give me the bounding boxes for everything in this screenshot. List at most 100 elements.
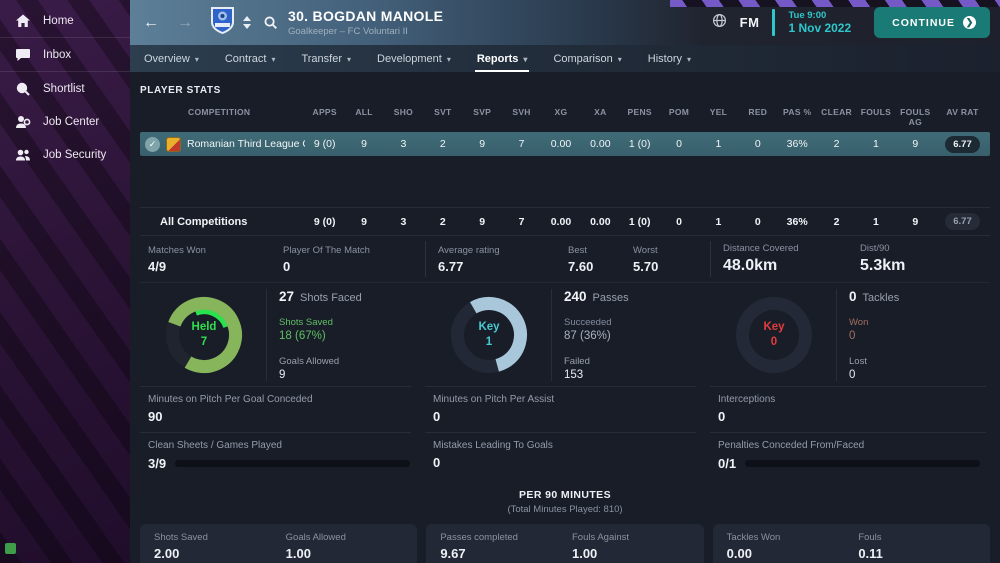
home-icon xyxy=(14,12,31,29)
donut-center-label: Key xyxy=(763,320,784,334)
penalties-conceded: Penalties Conceded From/Faced 0/1 xyxy=(710,432,986,479)
chevron-down-icon: ▾ xyxy=(195,55,199,64)
tackles-stats: 0 Tackles Won 0 Lost 0 xyxy=(836,289,990,381)
shots-donut-panel: Held 7 27 Shots Faced Shots Saved 18 (67… xyxy=(140,283,425,386)
fm-player-stats-screen: Home Inbox Shortlist Job Center Jo xyxy=(0,0,1000,563)
stat-cell: 0 xyxy=(738,138,777,150)
summary-col-2: Average rating 6.77 Best 7.60 Worst 5.70 xyxy=(425,241,710,277)
column-header: FOULS xyxy=(856,102,895,132)
topbar-right: FM Tue 9:00 1 Nov 2022 CONTINUE ❯ xyxy=(712,7,1000,38)
sidebar: Home Inbox Shortlist Job Center Jo xyxy=(0,0,130,563)
sidebar-item-job-center[interactable]: Job Center xyxy=(0,105,130,138)
column-header: FOULS AG xyxy=(896,102,935,132)
stat-cell: 36% xyxy=(778,216,817,228)
competition-crest-icon xyxy=(166,137,181,152)
table-row-competition[interactable]: ✓ Romanian Third League Gro... 9 (0) 9 3… xyxy=(140,132,990,156)
date-accent-bar xyxy=(772,9,775,36)
main-panel: ← → 30. BOGDAN MANOLE Goalkeeper – FC Vo… xyxy=(130,0,1000,563)
continue-button[interactable]: CONTINUE ❯ xyxy=(874,7,990,38)
back-button[interactable]: ← xyxy=(134,14,168,32)
potm-stat: Player Of The Match 0 xyxy=(283,245,370,274)
per90-fouls: Fouls0.11 xyxy=(858,532,990,561)
tab-contract[interactable]: Contract▾ xyxy=(225,45,276,72)
shots-stats: 27 Shots Faced Shots Saved 18 (67%) Goal… xyxy=(266,289,425,381)
player-header: 30. BOGDAN MANOLE Goalkeeper – FC Volunt… xyxy=(288,8,443,37)
metrics-row-1: Minutes on Pitch Per Goal Conceded 90 Mi… xyxy=(140,386,990,432)
stat-cell: 1 xyxy=(699,216,738,228)
player-subtitle: Goalkeeper – FC Voluntari II xyxy=(288,26,443,37)
search-icon[interactable] xyxy=(263,15,278,30)
per90-card-tackles: Tackles Won0.00 Fouls0.11 xyxy=(713,524,990,563)
decor-stripes xyxy=(670,0,1000,7)
matches-won-stat: Matches Won 4/9 xyxy=(148,245,283,274)
check-icon: ✓ xyxy=(145,137,160,152)
forward-button[interactable]: → xyxy=(168,14,202,32)
competition-name: Romanian Third League Gro... xyxy=(187,138,305,150)
chevron-down-icon: ▾ xyxy=(523,55,527,64)
club-crest-icon[interactable] xyxy=(210,6,235,40)
chevron-down-icon: ▾ xyxy=(618,55,622,64)
stat-cell: 0.00 xyxy=(541,138,580,150)
per90-card-passes: Passes completed9.67 Fouls Against1.00 xyxy=(426,524,703,563)
column-header: POM xyxy=(659,102,698,132)
column-header: ALL xyxy=(344,102,383,132)
dist-per-90-stat: Dist/90 5.3km xyxy=(860,243,905,275)
metrics-row-2: Clean Sheets / Games Played 3/9 Mistakes… xyxy=(140,432,990,479)
per90-passes-completed: Passes completed9.67 xyxy=(440,532,572,561)
sidebar-item-shortlist[interactable]: Shortlist xyxy=(0,72,130,105)
sidebar-item-label: Home xyxy=(43,15,74,27)
sidebar-item-job-security[interactable]: Job Security xyxy=(0,138,130,171)
rating-cell: 6.77 xyxy=(935,136,990,153)
tab-comparison[interactable]: Comparison▾ xyxy=(553,45,621,72)
tab-development[interactable]: Development▾ xyxy=(377,45,451,72)
clean-sheets-progress-track xyxy=(175,460,410,467)
game-date: Tue 9:00 1 Nov 2022 xyxy=(788,10,851,36)
rating-badge: 6.77 xyxy=(945,136,980,153)
mistakes-leading-to-goals: Mistakes Leading To Goals 0 xyxy=(425,432,696,479)
tab-history[interactable]: History▾ xyxy=(648,45,691,72)
per90-cards: Shots Saved2.00 Goals Allowed1.00 Passes… xyxy=(140,524,990,563)
shots-faced-label: Shots Faced xyxy=(300,292,362,304)
penalties-progress-track xyxy=(745,460,980,467)
summary-col-1: Matches Won 4/9 Player Of The Match 0 xyxy=(140,241,425,277)
game-time: Tue 9:00 xyxy=(788,10,851,21)
tackles-donut-panel: Key 0 0 Tackles Won 0 xyxy=(710,283,990,386)
table-spacer xyxy=(140,156,990,207)
goals-allowed-stat: Goals Allowed 9 xyxy=(279,356,425,381)
stat-cell: 9 (0) xyxy=(305,216,344,228)
chevron-down-icon: ▾ xyxy=(447,55,451,64)
stat-cell: 3 xyxy=(384,138,423,150)
rating-badge: 6.77 xyxy=(945,213,980,230)
tab-reports[interactable]: Reports▾ xyxy=(477,45,528,72)
player-tabs: Overview▾ Contract▾ Transfer▾ Developmen… xyxy=(130,45,1000,72)
section-title: PLAYER STATS xyxy=(140,85,990,96)
donut-center-label: Held xyxy=(192,320,217,334)
tab-transfer[interactable]: Transfer▾ xyxy=(301,45,351,72)
best-rating-stat: Best 7.60 xyxy=(568,245,633,274)
per90-tackles-won: Tackles Won0.00 xyxy=(727,532,859,561)
passes-value: 240 xyxy=(564,289,587,304)
clean-sheets: Clean Sheets / Games Played 3/9 xyxy=(140,432,411,479)
sidebar-item-inbox[interactable]: Inbox xyxy=(0,38,130,71)
sidebar-item-home[interactable]: Home xyxy=(0,0,130,37)
stat-cell: 9 (0) xyxy=(305,138,344,150)
social-icon[interactable] xyxy=(5,543,16,554)
sidebar-item-label: Job Center xyxy=(43,116,99,128)
stat-cell: 1 (0) xyxy=(620,138,659,150)
stat-cell: 0.00 xyxy=(541,216,580,228)
per90-subtitle: (Total Minutes Played: 810) xyxy=(140,504,990,515)
club-switcher-spinner[interactable] xyxy=(243,16,251,29)
stat-cell: 0 xyxy=(659,138,698,150)
stat-cell: 0.00 xyxy=(581,216,620,228)
world-icon[interactable] xyxy=(712,13,727,33)
tackles-label: Tackles xyxy=(863,292,900,304)
tab-overview[interactable]: Overview▾ xyxy=(144,45,199,72)
shots-donut-chart: Held 7 xyxy=(160,291,248,379)
summary-col-3: Distance Covered 48.0km Dist/90 5.3km xyxy=(710,241,990,277)
passes-donut-chart: Key 1 xyxy=(445,291,533,379)
column-header: APPS xyxy=(305,102,344,132)
stat-cell: 2 xyxy=(423,138,462,150)
tackles-won-stat: Won 0 xyxy=(849,317,990,342)
per90-card-shots: Shots Saved2.00 Goals Allowed1.00 xyxy=(140,524,417,563)
column-header: XA xyxy=(581,102,620,132)
